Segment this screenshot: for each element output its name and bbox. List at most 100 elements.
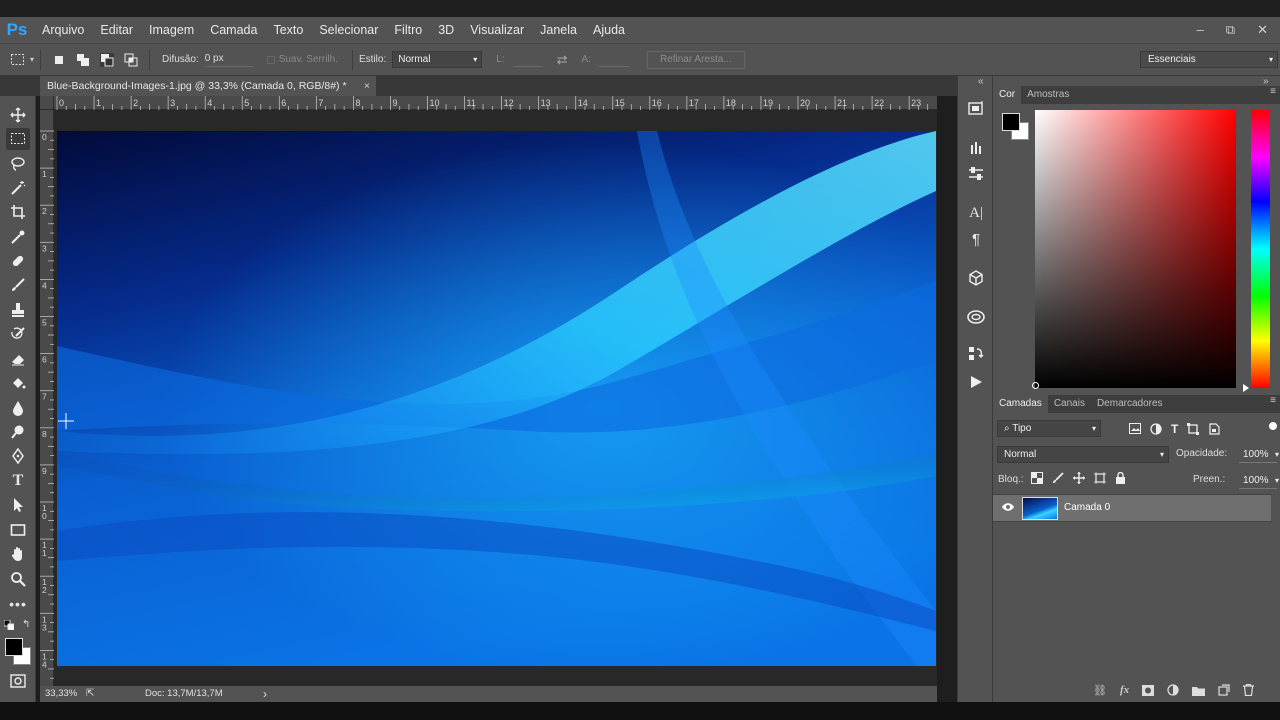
zoom-level[interactable]: 33,33% xyxy=(45,686,77,702)
swap-icon[interactable]: ⇄ xyxy=(557,52,568,68)
menu-camada[interactable]: Camada xyxy=(202,17,265,43)
lock-artboard-icon[interactable] xyxy=(1094,472,1106,484)
healing-brush-tool-icon[interactable] xyxy=(6,250,30,272)
layer-filter-select[interactable]: ⌕ Tipo ▾ xyxy=(997,420,1101,437)
add-selection-icon[interactable] xyxy=(76,53,90,67)
document-tab[interactable]: Blue-Background-Images-1.jpg @ 33,3% (Ca… xyxy=(40,76,376,96)
menu-3d[interactable]: 3D xyxy=(430,17,462,43)
hue-slider[interactable] xyxy=(1251,110,1270,388)
hand-tool-icon[interactable] xyxy=(6,543,30,565)
smart-object-filter-icon[interactable] xyxy=(1208,422,1220,435)
rect-marquee-tool-icon[interactable] xyxy=(6,128,30,150)
swap-timeline-icon[interactable] xyxy=(966,344,986,364)
swap-colors-icon[interactable]: ↰ xyxy=(22,619,30,630)
opacity-input[interactable]: 100% ▾ xyxy=(1239,446,1279,463)
history-panel-icon[interactable] xyxy=(966,98,986,118)
restore-button[interactable]: ⧉ xyxy=(1226,22,1235,38)
history-brush-tool-icon[interactable] xyxy=(6,323,30,345)
antialias-checkbox[interactable] xyxy=(266,55,275,64)
export-icon[interactable]: ⇱ xyxy=(86,686,94,702)
menu-texto[interactable]: Texto xyxy=(265,17,311,43)
actions-play-icon[interactable] xyxy=(966,372,986,392)
more-tools-icon[interactable]: ••• xyxy=(6,593,30,615)
tab-canais[interactable]: Canais xyxy=(1048,395,1091,413)
zoom-tool-icon[interactable] xyxy=(6,568,30,590)
menu-selecionar[interactable]: Selecionar xyxy=(311,17,386,43)
eyedropper-tool-icon[interactable] xyxy=(6,226,30,248)
libraries-icon[interactable] xyxy=(966,307,986,327)
collapse-arrows-icon[interactable]: « xyxy=(978,76,984,87)
menu-editar[interactable]: Editar xyxy=(92,17,141,43)
adjustments-icon[interactable] xyxy=(966,164,986,184)
quick-mask-icon[interactable] xyxy=(6,670,30,692)
close-button[interactable]: ✕ xyxy=(1257,22,1268,38)
paint-bucket-tool-icon[interactable] xyxy=(6,372,30,394)
marquee-preset-icon[interactable]: ▾ xyxy=(10,53,34,67)
lasso-tool-icon[interactable] xyxy=(6,153,30,175)
feather-input[interactable]: 0 px xyxy=(204,52,253,67)
intersect-selection-icon[interactable] xyxy=(124,53,138,67)
fill-input[interactable]: 100% ▾ xyxy=(1239,472,1279,489)
pen-tool-icon[interactable] xyxy=(6,445,30,467)
layer-thumbnail[interactable] xyxy=(1022,497,1058,520)
move-tool-icon[interactable] xyxy=(6,104,30,126)
delete-layer-icon[interactable] xyxy=(1243,684,1255,696)
brush-presets-icon[interactable] xyxy=(966,137,986,157)
magic-wand-tool-icon[interactable] xyxy=(6,177,30,199)
subtract-selection-icon[interactable] xyxy=(100,52,115,67)
dodge-tool-icon[interactable] xyxy=(6,421,30,443)
menu-imagem[interactable]: Imagem xyxy=(141,17,202,43)
new-group-icon[interactable] xyxy=(1192,685,1206,696)
color-field[interactable] xyxy=(1035,110,1236,388)
lock-transparent-icon[interactable] xyxy=(1031,472,1043,484)
color-panel-fg-swatch[interactable] xyxy=(1002,113,1020,131)
refine-edge-button[interactable]: Refinar Aresta... xyxy=(646,50,745,69)
menu-janela[interactable]: Janela xyxy=(532,17,585,43)
menu-visualizar[interactable]: Visualizar xyxy=(462,17,532,43)
blur-tool-icon[interactable] xyxy=(6,397,30,419)
lock-pixels-icon[interactable] xyxy=(1052,472,1064,484)
rectangle-tool-icon[interactable] xyxy=(6,519,30,541)
panel-menu-icon[interactable]: ≡ xyxy=(1270,395,1276,413)
brush-tool-icon[interactable] xyxy=(6,274,30,296)
hue-slider-marker[interactable] xyxy=(1243,384,1249,392)
type-filter-icon[interactable]: T xyxy=(1171,422,1178,436)
foreground-color-swatch[interactable] xyxy=(5,638,23,656)
style-select[interactable]: Normal ▾ xyxy=(392,51,483,68)
shape-filter-icon[interactable] xyxy=(1187,422,1200,435)
menu-filtro[interactable]: Filtro xyxy=(386,17,430,43)
height-input[interactable] xyxy=(598,52,629,67)
document-canvas[interactable] xyxy=(57,131,936,666)
adjustment-filter-icon[interactable] xyxy=(1150,422,1162,435)
tab-cor[interactable]: Cor xyxy=(993,86,1022,104)
crop-tool-icon[interactable] xyxy=(6,201,30,223)
image-filter-icon[interactable] xyxy=(1129,423,1141,434)
menu-arquivo[interactable]: Arquivo xyxy=(34,17,92,43)
new-layer-icon[interactable] xyxy=(1218,684,1230,696)
tab-amostras[interactable]: Amostras xyxy=(1021,86,1075,104)
3d-panel-icon[interactable] xyxy=(966,268,986,288)
lock-position-icon[interactable] xyxy=(1073,472,1085,484)
lock-all-icon[interactable] xyxy=(1115,472,1126,484)
character-panel-icon[interactable]: A| xyxy=(966,203,986,223)
close-tab-icon[interactable]: × xyxy=(364,76,370,96)
color-field-picker[interactable] xyxy=(1032,382,1039,389)
width-input[interactable] xyxy=(512,52,543,67)
clone-stamp-tool-icon[interactable] xyxy=(6,299,30,321)
filter-toggle[interactable] xyxy=(1269,422,1277,430)
eraser-tool-icon[interactable] xyxy=(6,348,30,370)
minimize-button[interactable]: – xyxy=(1197,22,1204,38)
menu-ajuda[interactable]: Ajuda xyxy=(585,17,633,43)
add-mask-icon[interactable] xyxy=(1142,684,1155,696)
type-tool-icon[interactable]: T xyxy=(6,470,30,492)
eye-icon[interactable] xyxy=(1001,502,1015,515)
new-selection-icon[interactable] xyxy=(52,53,66,67)
path-selection-tool-icon[interactable] xyxy=(6,494,30,516)
status-menu-arrow[interactable]: › xyxy=(263,686,267,702)
layer-style-icon[interactable]: fx xyxy=(1120,684,1129,696)
panel-menu-icon[interactable]: ≡ xyxy=(1270,86,1276,104)
paragraph-panel-icon[interactable]: ¶ xyxy=(966,229,986,249)
new-adjustment-icon[interactable] xyxy=(1167,684,1179,696)
blend-mode-select[interactable]: Normal ▾ xyxy=(997,446,1169,463)
layer-row[interactable]: Camada 0 xyxy=(993,494,1271,522)
